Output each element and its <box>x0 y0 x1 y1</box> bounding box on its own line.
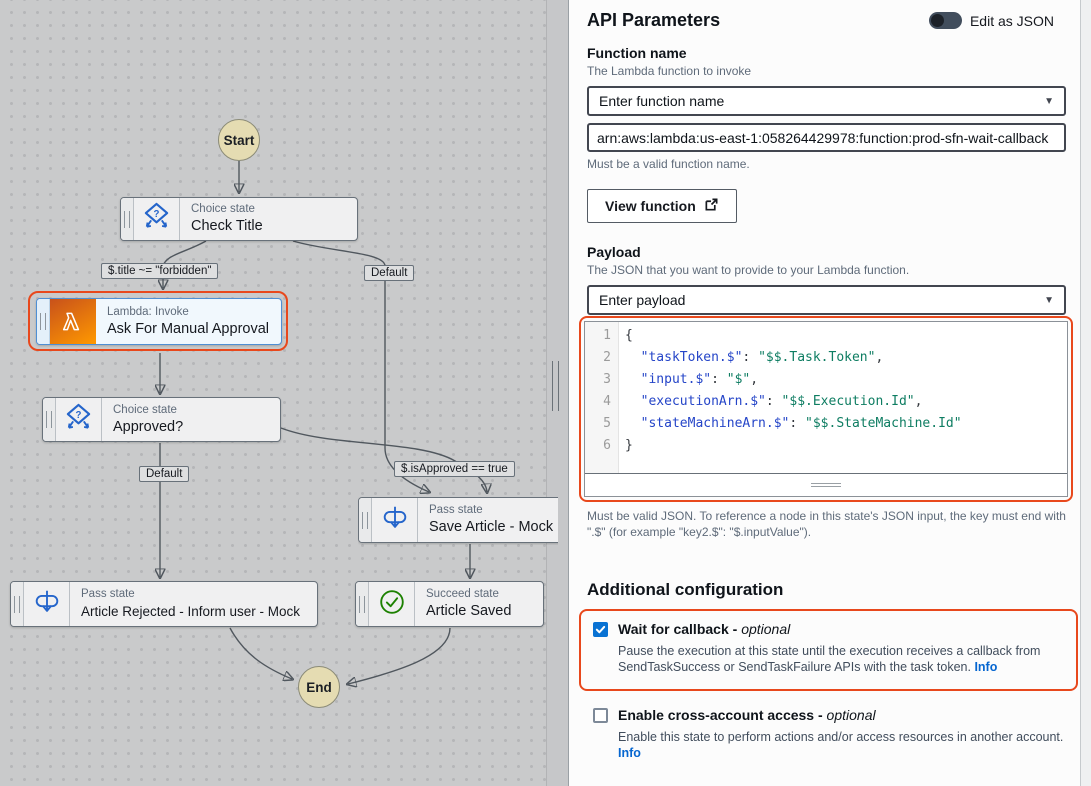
line-number: 1 <box>585 325 611 347</box>
view-function-label: View function <box>605 198 696 214</box>
toggle-knob <box>931 14 944 27</box>
function-name-description: The Lambda function to invoke <box>587 64 1066 78</box>
wait-for-callback-label: Wait for callback - <box>618 621 741 637</box>
start-node: Start <box>218 119 260 161</box>
code-line[interactable]: } <box>625 435 1067 457</box>
state-type: Choice state <box>113 403 269 418</box>
state-type: Choice state <box>191 202 346 217</box>
end-node: End <box>298 666 340 708</box>
line-number: 6 <box>585 435 611 457</box>
edge-label-default: Default <box>364 265 414 281</box>
editor-footer <box>585 473 1067 496</box>
view-function-button[interactable]: View function <box>587 189 737 223</box>
code-line[interactable]: "taskToken.$": "$$.Task.Token", <box>625 347 1067 369</box>
state-node-article-rejected[interactable]: Pass state Article Rejected - Inform use… <box>10 581 318 627</box>
drag-handle[interactable] <box>11 582 24 626</box>
pass-state-icon <box>380 503 410 538</box>
panel-title: API Parameters <box>587 10 720 31</box>
code-line[interactable]: "executionArn.$": "$$.Execution.Id", <box>625 391 1067 413</box>
line-number: 5 <box>585 413 611 435</box>
state-type: Pass state <box>81 587 306 602</box>
function-name-label: Function name <box>587 45 1066 61</box>
drag-handle[interactable] <box>356 582 369 626</box>
pass-state-icon <box>32 587 62 622</box>
line-number: 2 <box>585 347 611 369</box>
state-node-approved[interactable]: ? Choice state Approved? <box>42 397 281 442</box>
state-name: Approved? <box>113 418 269 437</box>
chevron-down-icon: ▼ <box>1044 295 1054 306</box>
state-name: Save Article - Mock <box>429 518 558 537</box>
edge-label-title-forbidden: $.title ~= "forbidden" <box>101 263 218 279</box>
editor-code[interactable]: { "taskToken.$": "$$.Task.Token", "input… <box>619 322 1067 473</box>
code-line[interactable]: "stateMachineArn.$": "$$.StateMachine.Id… <box>625 413 1067 435</box>
function-name-select-value: Enter function name <box>599 93 724 109</box>
wait-for-callback-info-link[interactable]: Info <box>974 660 997 674</box>
edge-label-is-approved: $.isApproved == true <box>394 461 515 477</box>
state-node-check-title[interactable]: ? Choice state Check Title <box>120 197 358 241</box>
check-icon <box>595 624 606 635</box>
cross-account-description: Enable this state to perform actions and… <box>618 730 1063 744</box>
edit-as-json-label: Edit as JSON <box>970 13 1054 29</box>
drag-handle[interactable] <box>37 299 50 344</box>
state-type: Succeed state <box>426 587 532 602</box>
payload-json-editor[interactable]: 123456 { "taskToken.$": "$$.Task.Token",… <box>584 321 1068 497</box>
optional-tag: optional <box>827 707 876 723</box>
state-node-ask-for-manual-approval[interactable]: Lambda: Invoke Ask For Manual Approval <box>36 298 282 345</box>
workflow-canvas[interactable]: Start End ? Choice state Check Title <box>0 0 578 786</box>
state-name: Ask For Manual Approval <box>107 320 270 339</box>
panel-resize-handle[interactable] <box>552 361 559 411</box>
selected-state-highlight: Lambda: Invoke Ask For Manual Approval <box>28 291 288 351</box>
lambda-service-icon <box>50 299 96 344</box>
payload-editor-highlight: 123456 { "taskToken.$": "$$.Task.Token",… <box>579 316 1073 502</box>
function-arn-input[interactable]: arn:aws:lambda:us-east-1:058264429978:fu… <box>587 123 1066 152</box>
function-name-select[interactable]: Enter function name ▼ <box>587 86 1066 116</box>
drag-handle[interactable] <box>121 198 134 240</box>
workflow-connectors <box>0 0 578 786</box>
editor-gutter: 123456 <box>585 322 619 473</box>
svg-text:?: ? <box>76 409 82 420</box>
succeed-state-icon <box>377 587 407 622</box>
cross-account-checkbox[interactable] <box>593 708 608 723</box>
optional-tag: optional <box>741 621 790 637</box>
cross-account-label: Enable cross-account access - <box>618 707 827 723</box>
line-number: 4 <box>585 391 611 413</box>
panel-scrollbar[interactable] <box>1080 0 1091 786</box>
state-type: Lambda: Invoke <box>107 305 270 320</box>
choice-state-icon: ? <box>141 201 172 237</box>
line-number: 3 <box>585 369 611 391</box>
function-name-hint: Must be a valid function name. <box>587 157 1066 171</box>
state-node-article-saved[interactable]: Succeed state Article Saved <box>355 581 544 627</box>
wait-for-callback-highlight: Wait for callback - optional Pause the e… <box>579 609 1078 691</box>
payload-label: Payload <box>587 244 1066 260</box>
drag-handle[interactable] <box>359 498 372 542</box>
edit-as-json-toggle[interactable] <box>929 12 962 29</box>
code-line[interactable]: { <box>625 325 1067 347</box>
editor-resize-handle[interactable] <box>811 480 841 490</box>
state-name: Article Rejected - Inform user - Mock <box>81 602 306 621</box>
edge-label-default: Default <box>139 466 189 482</box>
state-type: Pass state <box>429 503 558 518</box>
cross-account-info-link[interactable]: Info <box>618 746 641 760</box>
wait-for-callback-checkbox[interactable] <box>593 622 608 637</box>
svg-text:?: ? <box>154 209 160 220</box>
payload-description: The JSON that you want to provide to you… <box>587 263 1066 277</box>
state-node-save-article[interactable]: Pass state Save Article - Mock <box>358 497 558 543</box>
state-name: Article Saved <box>426 602 532 621</box>
additional-configuration-heading: Additional configuration <box>587 580 1066 600</box>
state-name: Check Title <box>191 217 346 236</box>
api-parameters-panel: API Parameters Edit as JSON Function nam… <box>568 0 1091 786</box>
chevron-down-icon: ▼ <box>1044 96 1054 107</box>
external-link-icon <box>704 197 719 215</box>
drag-handle[interactable] <box>43 398 56 441</box>
code-line[interactable]: "input.$": "$", <box>625 369 1067 391</box>
payload-hint: Must be valid JSON. To reference a node … <box>587 508 1066 540</box>
payload-select-value: Enter payload <box>599 292 685 308</box>
payload-select[interactable]: Enter payload ▼ <box>587 285 1066 315</box>
choice-state-icon: ? <box>63 402 94 438</box>
